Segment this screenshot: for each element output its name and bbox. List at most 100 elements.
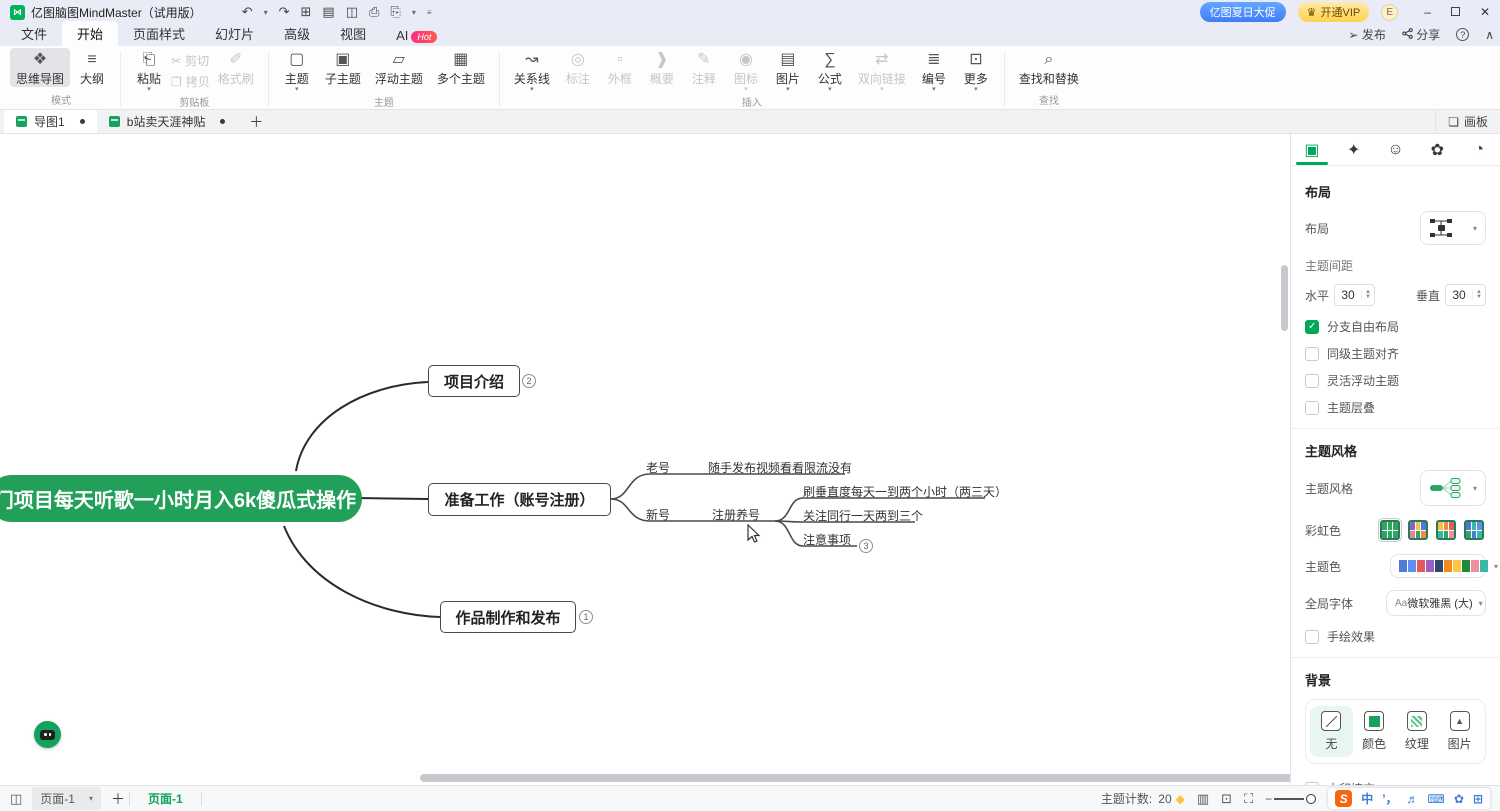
user-avatar[interactable]: E bbox=[1381, 4, 1398, 21]
print-icon[interactable]: ⎙ bbox=[369, 4, 379, 20]
checkbox-topic-overlap[interactable] bbox=[1305, 401, 1319, 415]
ime-mode-icon[interactable]: 中 bbox=[1361, 790, 1373, 807]
topic-register[interactable]: 注册养号 bbox=[712, 506, 760, 523]
format-painter-button[interactable]: ✐ 格式刷 bbox=[212, 48, 260, 87]
background-image-option[interactable]: ▲ 图片 bbox=[1438, 706, 1481, 757]
ai-assistant-button[interactable] bbox=[34, 721, 61, 748]
sidebar-tab-theme[interactable]: ✿ bbox=[1416, 134, 1458, 165]
document-tab-1[interactable]: 导图1 bbox=[4, 110, 97, 133]
ime-toolbox-icon[interactable]: ⊞ bbox=[1473, 792, 1483, 806]
checkbox-free-branch[interactable] bbox=[1305, 320, 1319, 334]
vertical-spacing-value[interactable]: 30 bbox=[1446, 288, 1472, 302]
collapse-badge-production[interactable]: 1 bbox=[579, 610, 593, 624]
vip-button[interactable]: ♛ 开通VIP bbox=[1298, 2, 1370, 22]
topic-project-intro[interactable]: 项目介绍 bbox=[428, 365, 520, 397]
page-dropdown[interactable]: 页面-1 ▾ bbox=[32, 787, 101, 810]
board-toggle-button[interactable]: ❏ 画板 bbox=[1435, 110, 1500, 133]
fit-canvas-icon[interactable]: ⊡ bbox=[1221, 791, 1232, 807]
export-caret-icon[interactable]: ▾ bbox=[412, 8, 416, 17]
find-replace-button[interactable]: ⌕ 查找和替换 bbox=[1013, 48, 1085, 87]
menu-ai[interactable]: AIHot bbox=[381, 25, 452, 46]
numbering-button[interactable]: ≣ 编号 ▾ bbox=[914, 48, 954, 93]
minimize-button[interactable]: – bbox=[1424, 5, 1431, 19]
checkbox-row-watermark[interactable]: 水印填充 bbox=[1305, 780, 1486, 785]
zoom-out-icon[interactable]: − bbox=[1265, 792, 1272, 806]
share-button[interactable]: 分享 bbox=[1402, 26, 1440, 43]
topic-new-account[interactable]: 新号 bbox=[646, 506, 670, 523]
menu-view[interactable]: 视图 bbox=[325, 21, 381, 46]
rainbow-option-3[interactable] bbox=[1434, 518, 1458, 542]
topic-preparation[interactable]: 准备工作（账号注册） bbox=[428, 483, 611, 516]
rainbow-option-4[interactable] bbox=[1462, 518, 1486, 542]
mindmap-canvas[interactable]: 门项目每天听歌一小时月入6k傻瓜式操作 项目介绍 2 准备工作（账号注册） 作品… bbox=[0, 134, 1290, 785]
checkbox-flex-float[interactable] bbox=[1305, 374, 1319, 388]
export-icon[interactable]: ⎘ bbox=[390, 4, 400, 20]
zoom-handle[interactable] bbox=[1306, 794, 1316, 804]
checkbox-sibling-align[interactable] bbox=[1305, 347, 1319, 361]
mic-icon[interactable]: ♬ bbox=[1407, 792, 1419, 806]
gem-icon[interactable]: ◆ bbox=[1176, 792, 1185, 806]
central-topic[interactable]: 门项目每天听歌一小时月入6k傻瓜式操作 bbox=[0, 475, 362, 522]
vertical-spacing-stepper[interactable]: 30 ▲▼ bbox=[1445, 284, 1486, 306]
maximize-button[interactable] bbox=[1451, 7, 1460, 16]
picture-button[interactable]: ▤ 图片 ▾ bbox=[768, 48, 808, 93]
icon-marker-button[interactable]: ◉ 图标 ▾ bbox=[726, 48, 766, 93]
undo-caret-icon[interactable]: ▾ bbox=[264, 8, 268, 17]
undo-icon[interactable]: ↶ bbox=[242, 4, 253, 20]
stepper-down-icon[interactable]: ▼ bbox=[1476, 295, 1482, 300]
summary-button[interactable]: ❱ 概要 bbox=[642, 48, 682, 87]
collapse-ribbon-icon[interactable]: ∧ bbox=[1485, 28, 1494, 42]
boundary-button[interactable]: ▫ 外框 bbox=[600, 48, 640, 87]
sidebar-tab-history[interactable]: ◔ bbox=[1458, 134, 1500, 165]
topic-old-account[interactable]: 老号 bbox=[646, 459, 670, 476]
menu-page-style[interactable]: 页面样式 bbox=[118, 21, 200, 46]
promo-badge[interactable]: 亿图夏日大促 bbox=[1200, 2, 1286, 22]
horizontal-scrollbar[interactable] bbox=[420, 774, 1290, 782]
zoom-track[interactable] bbox=[1274, 798, 1304, 800]
paste-button[interactable]: ⎗ 粘贴 ▾ bbox=[129, 48, 169, 93]
mindmap-mode-button[interactable]: ❖ 思维导图 bbox=[10, 48, 70, 87]
menu-file[interactable]: 文件 bbox=[6, 21, 62, 46]
ime-logo-icon[interactable]: S bbox=[1335, 790, 1352, 807]
open-icon[interactable]: ▤ bbox=[322, 4, 334, 20]
comment-button[interactable]: ✎ 注释 bbox=[684, 48, 724, 87]
fullscreen-icon[interactable]: ⛶ bbox=[1244, 791, 1253, 807]
relationship-button[interactable]: ↝ 关系线 ▾ bbox=[508, 48, 556, 93]
formula-button[interactable]: ∑ 公式 ▾ bbox=[810, 48, 850, 93]
rainbow-option-1[interactable] bbox=[1378, 518, 1402, 542]
topic-button[interactable]: ▢ 主题 ▾ bbox=[277, 48, 317, 93]
callout-button[interactable]: ◎ 标注 bbox=[558, 48, 598, 87]
rainbow-option-2[interactable] bbox=[1406, 518, 1430, 542]
modified-dot-icon[interactable] bbox=[220, 119, 225, 124]
outline-mode-button[interactable]: ≡ 大纲 bbox=[72, 48, 112, 87]
multiple-topics-button[interactable]: ▦ 多个主题 bbox=[431, 48, 491, 87]
topic-production-publish[interactable]: 作品制作和发布 bbox=[440, 601, 576, 633]
topic-old-account-note[interactable]: 随手发布视频看看限流没有 bbox=[708, 459, 852, 476]
collapse-badge-notes[interactable]: 3 bbox=[859, 539, 873, 553]
checkbox-row-hand-drawn[interactable]: 手绘效果 bbox=[1305, 628, 1486, 645]
vertical-scrollbar[interactable] bbox=[1281, 265, 1288, 331]
background-color-option[interactable]: 颜色 bbox=[1353, 706, 1396, 757]
topic-notes[interactable]: 注意事项 bbox=[803, 531, 851, 548]
page-panel-icon[interactable]: ◫ bbox=[10, 791, 22, 807]
checkbox-row-free-branch[interactable]: 分支自由布局 bbox=[1305, 318, 1486, 335]
checkbox-hand-drawn[interactable] bbox=[1305, 630, 1319, 644]
document-tab-2[interactable]: b站卖天涯神贴 bbox=[97, 110, 238, 133]
global-font-dropdown[interactable]: Aa 微软雅黑 (大) ▾ bbox=[1386, 590, 1486, 616]
add-page-button[interactable]: ＋ bbox=[111, 789, 125, 809]
modified-dot-icon[interactable] bbox=[80, 119, 85, 124]
page-tab-active[interactable]: 页面-1 bbox=[148, 790, 183, 807]
checkbox-row-flex-float[interactable]: 灵活浮动主题 bbox=[1305, 372, 1486, 389]
horizontal-spacing-stepper[interactable]: 30 ▲▼ bbox=[1334, 284, 1375, 306]
checkbox-row-topic-overlap[interactable]: 主题层叠 bbox=[1305, 399, 1486, 416]
pages-view-icon[interactable]: ▥ bbox=[1197, 791, 1209, 807]
new-tab-button[interactable]: ＋ bbox=[237, 110, 275, 133]
more-button[interactable]: ⊡ 更多 ▾ bbox=[956, 48, 996, 93]
help-icon[interactable]: ? bbox=[1456, 28, 1469, 41]
background-texture-option[interactable]: 纹理 bbox=[1396, 706, 1439, 757]
menu-home[interactable]: 开始 bbox=[62, 21, 118, 46]
horizontal-spacing-value[interactable]: 30 bbox=[1335, 288, 1361, 302]
customize-toolbar-icon[interactable]: ≡ bbox=[427, 8, 432, 17]
theme-color-dropdown[interactable]: ▾ bbox=[1390, 554, 1486, 578]
checkbox-watermark[interactable] bbox=[1305, 782, 1319, 785]
